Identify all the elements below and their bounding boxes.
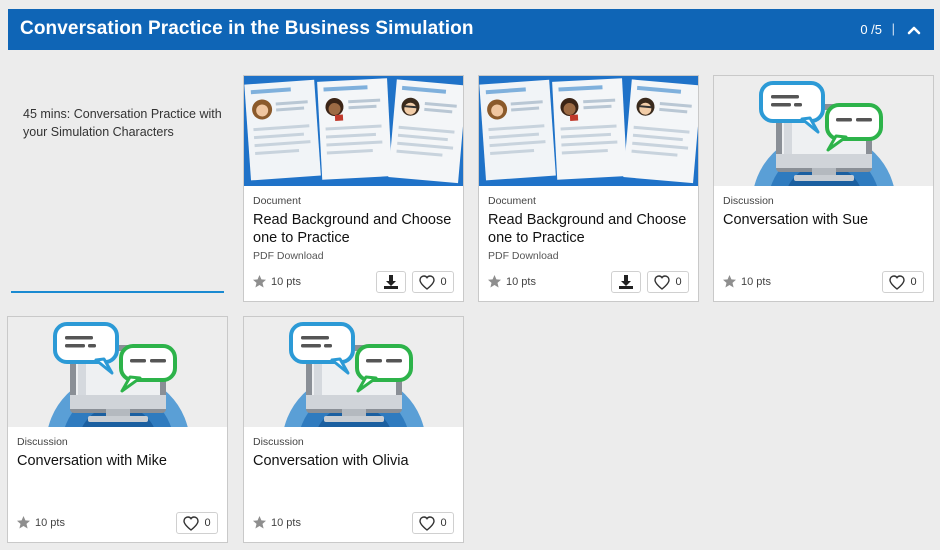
download-icon [619,275,633,289]
activity-card[interactable]: Discussion Conversation with Olivia 10 p… [243,316,464,543]
heart-icon [419,274,436,290]
points-label: 10 pts [271,516,301,529]
card-type: Discussion [723,195,774,207]
like-button[interactable]: 0 [647,271,689,293]
heart-icon [419,515,436,531]
points: 10 pts [252,274,301,289]
resume-documents-image [479,76,698,186]
section-header: Conversation Practice in the Business Si… [8,9,934,50]
progress-count: 0 /5 [860,22,882,37]
activity-card[interactable]: Discussion Conversation with Sue 10 pts … [713,75,934,302]
card-subtitle: PDF Download [488,250,559,262]
star-icon [253,516,266,529]
card-title[interactable]: Read Background and Choose one to Practi… [488,211,693,247]
download-icon [384,275,398,289]
activity-card[interactable]: Document Read Background and Choose one … [243,75,464,302]
activity-card[interactable]: Document Read Background and Choose one … [478,75,699,302]
points-label: 10 pts [35,516,65,529]
card-title[interactable]: Read Background and Choose one to Practi… [253,211,458,247]
like-count: 0 [440,276,447,288]
card-subtitle: PDF Download [253,250,324,262]
like-button[interactable]: 0 [176,512,218,534]
section-title: Conversation Practice in the Business Si… [20,18,474,39]
download-button[interactable] [376,271,406,293]
points: 10 pts [16,515,65,530]
like-count: 0 [204,517,211,529]
chevron-up-icon [907,26,921,35]
card-type: Discussion [253,436,304,448]
points-label: 10 pts [506,275,536,288]
monitor-chat-bubbles-image [714,76,933,186]
like-button[interactable]: 0 [882,271,924,293]
like-button[interactable]: 0 [412,271,454,293]
star-icon [253,275,266,288]
download-button[interactable] [611,271,641,293]
card-type: Document [253,195,301,207]
heart-icon [183,515,200,531]
points: 10 pts [722,274,771,289]
monitor-chat-bubbles-image [8,317,227,427]
points-label: 10 pts [271,275,301,288]
card-type: Document [488,195,536,207]
star-icon [723,275,736,288]
heart-icon [654,274,671,290]
card-title[interactable]: Conversation with Olivia [253,452,458,470]
star-icon [488,275,501,288]
resume-documents-image [244,76,463,186]
like-button[interactable]: 0 [412,512,454,534]
heart-icon [889,274,906,290]
activity-card[interactable]: Discussion Conversation with Mike 10 pts… [7,316,228,543]
star-icon [17,516,30,529]
like-count: 0 [675,276,682,288]
like-count: 0 [440,517,447,529]
monitor-chat-bubbles-image [244,317,463,427]
like-count: 0 [910,276,917,288]
collapse-button[interactable] [904,20,924,40]
description-divider [11,291,224,293]
card-title[interactable]: Conversation with Mike [17,452,222,470]
card-title[interactable]: Conversation with Sue [723,211,928,229]
card-type: Discussion [17,436,68,448]
points: 10 pts [487,274,536,289]
section-description: 45 mins: Conversation Practice with your… [23,107,222,139]
header-separator: | [891,21,895,36]
points-label: 10 pts [741,275,771,288]
points: 10 pts [252,515,301,530]
